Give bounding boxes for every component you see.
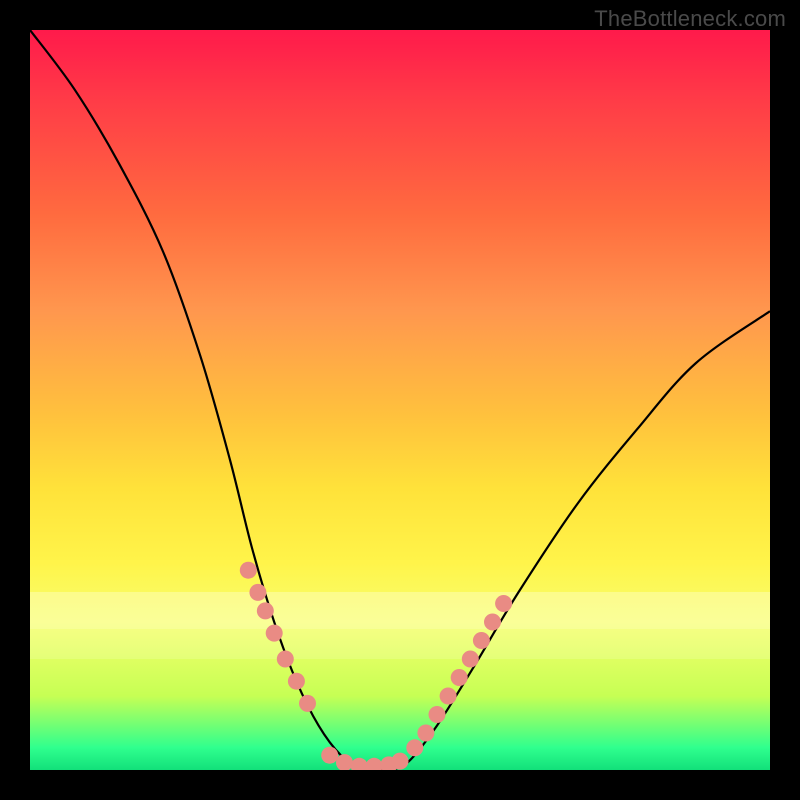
marker-bottom-0 [321,747,338,764]
marker-bottom-3 [366,758,383,770]
watermark-text: TheBottleneck.com [594,6,786,32]
marker-right-6 [473,632,490,649]
marker-right-4 [451,669,468,686]
marker-right-3 [440,688,457,705]
marker-right-5 [462,651,479,668]
marker-left-4 [277,651,294,668]
marker-right-2 [429,706,446,723]
marker-bottom-2 [351,758,368,770]
marker-right-1 [417,725,434,742]
marker-left-5 [288,673,305,690]
marker-left-1 [249,584,266,601]
chart-svg [30,30,770,770]
data-markers [240,562,512,770]
marker-bottom-5 [392,753,409,770]
marker-bottom-1 [336,754,353,770]
marker-left-0 [240,562,257,579]
plot-area [30,30,770,770]
bottleneck-curve [30,30,770,770]
marker-right-7 [484,614,501,631]
marker-left-3 [266,625,283,642]
marker-left-6 [299,695,316,712]
marker-right-0 [406,739,423,756]
marker-right-8 [495,595,512,612]
marker-left-2 [257,602,274,619]
chart-frame: TheBottleneck.com [0,0,800,800]
